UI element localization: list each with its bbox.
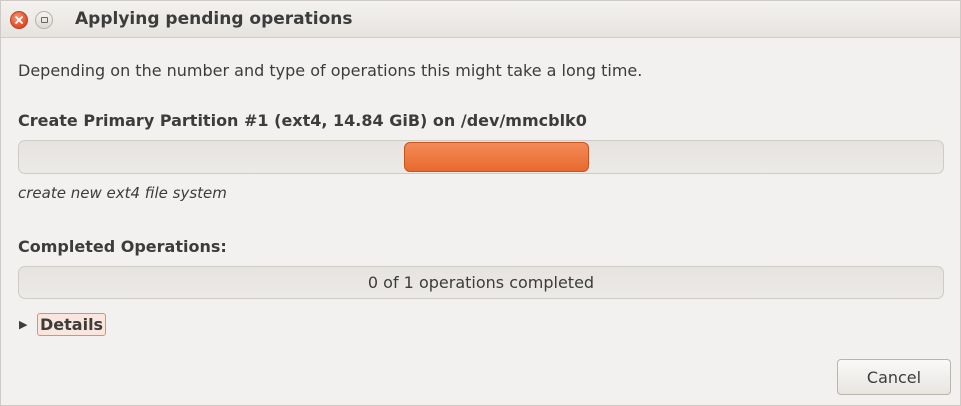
dialog-window: Applying pending operations Depending on… (0, 0, 961, 406)
title-bar: Applying pending operations (1, 1, 960, 38)
progress-pulse-block (404, 142, 589, 172)
completed-progress-bar: 0 of 1 operations completed (18, 266, 944, 299)
operation-progress-bar (18, 140, 944, 174)
completed-operations-label: Completed Operations: (18, 237, 227, 256)
close-icon[interactable] (10, 11, 28, 29)
details-label[interactable]: Details (37, 312, 107, 336)
details-expander[interactable]: ▶ Details (19, 311, 107, 337)
close-x-glyph (15, 16, 23, 24)
description-text: Depending on the number and type of oper… (18, 61, 643, 80)
window-title: Applying pending operations (75, 9, 353, 29)
current-operation-label: Create Primary Partition #1 (ext4, 14.84… (18, 111, 587, 130)
cancel-button[interactable]: Cancel (837, 359, 951, 395)
triangle-right-icon: ▶ (19, 317, 28, 331)
completed-progress-text: 0 of 1 operations completed (367, 273, 595, 292)
maximize-square-glyph (40, 17, 48, 23)
operation-status-text: create new ext4 file system (18, 184, 227, 202)
maximize-icon[interactable] (35, 11, 53, 29)
